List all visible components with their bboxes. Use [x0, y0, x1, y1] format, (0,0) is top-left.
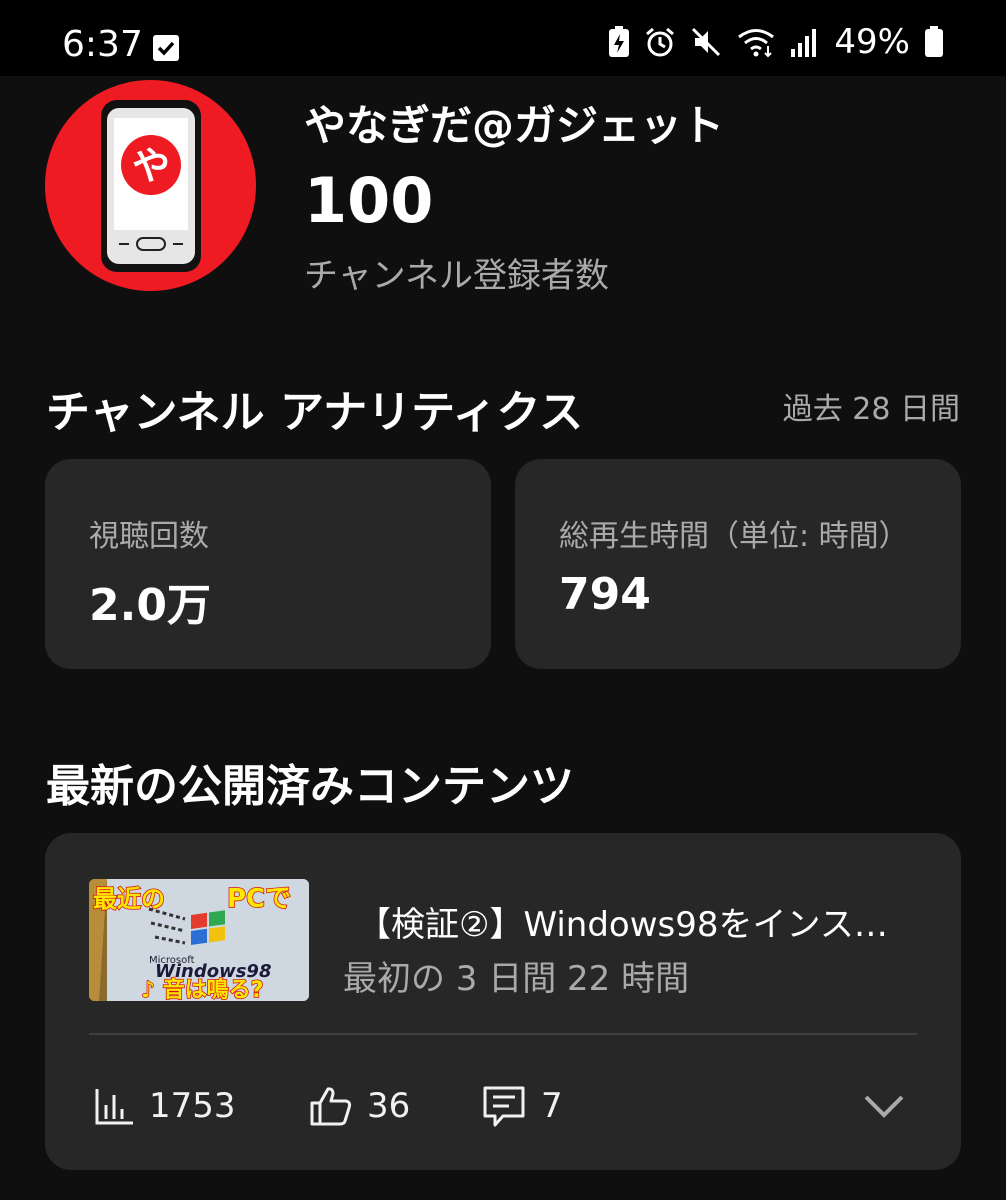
battery-saver-icon — [609, 26, 630, 57]
comments-stat: 7 — [481, 1081, 563, 1131]
battery-icon — [925, 26, 943, 57]
comment-icon — [483, 1086, 525, 1127]
alarm-icon — [646, 27, 675, 57]
thumbnail-text-bottom: ♪ 音は鳴る? — [141, 977, 263, 1001]
metric-value: 794 — [559, 569, 651, 620]
chevron-down-icon[interactable] — [863, 1091, 905, 1121]
subscriber-count: 100 — [304, 164, 434, 237]
notification-check-icon — [153, 35, 179, 61]
signal-icon — [791, 29, 817, 57]
subscriber-label: チャンネル登録者数 — [304, 256, 609, 296]
metric-label: 視聴回数 — [89, 519, 209, 554]
thumbnail-text-top-left: 最近の — [93, 885, 165, 913]
status-time: 6:37 — [62, 24, 143, 65]
battery-percent: 49% — [834, 22, 910, 62]
comments-count: 7 — [541, 1086, 563, 1126]
avatar-glyph: や — [132, 144, 170, 188]
thumbnail-text-top-right: PCで — [227, 884, 291, 914]
video-title[interactable]: 【検証②】Windows98をインストール — [357, 897, 917, 946]
wifi-icon — [738, 29, 775, 58]
analytics-title: チャンネル アナリティクス — [46, 387, 584, 438]
metric-card-watch-time[interactable]: 総再生時間（単位: 時間） 794 — [515, 459, 961, 669]
status-icons: 49% — [608, 22, 944, 62]
channel-avatar[interactable]: や — [45, 80, 256, 291]
views-stat: 1753 — [93, 1081, 236, 1131]
latest-content-title: 最新の公開済みコンテンツ — [46, 761, 574, 812]
thumbnail-image: Microsoft Windows98 最近の PCで ♪ 音は鳴る? — [89, 879, 309, 1001]
likes-stat: 36 — [309, 1081, 410, 1131]
metric-label: 総再生時間（単位: 時間） — [559, 519, 909, 554]
latest-video-card[interactable]: Microsoft Windows98 最近の PCで ♪ 音は鳴る? 【検証②… — [45, 833, 961, 1170]
bar-chart-icon — [95, 1089, 133, 1125]
thumbs-up-icon — [310, 1087, 352, 1126]
views-count: 1753 — [149, 1086, 236, 1126]
status-bar: 6:37 49% — [0, 0, 1006, 76]
video-thumbnail[interactable]: Microsoft Windows98 最近の PCで ♪ 音は鳴る? — [89, 879, 309, 1001]
video-period: 最初の 3 日間 22 時間 — [343, 959, 690, 999]
smartphone-logo-icon: や — [101, 100, 201, 272]
mute-icon — [692, 27, 721, 57]
likes-count: 36 — [367, 1086, 411, 1126]
metric-value: 2.0万 — [89, 580, 211, 631]
divider — [89, 1033, 917, 1035]
metric-card-views[interactable]: 視聴回数 2.0万 — [45, 459, 491, 669]
analytics-period: 過去 28 日間 — [782, 392, 960, 427]
channel-name: やなぎだ@ガジェット — [304, 101, 725, 150]
